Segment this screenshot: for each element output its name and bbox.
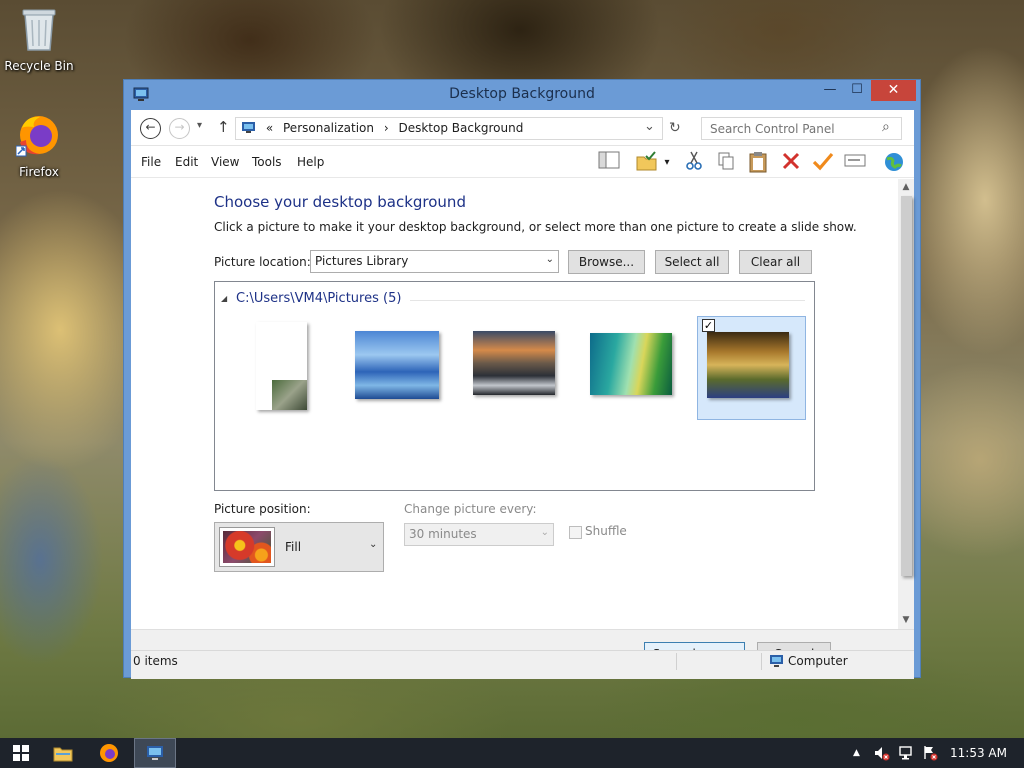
rename-icon[interactable]: [843, 151, 867, 175]
desktop-background-window: Desktop Background — ☐ ✕ ← → ▾ ↑ « Perso…: [123, 79, 921, 679]
address-location-icon: [241, 121, 260, 135]
picture-location-value: Pictures Library: [315, 254, 409, 268]
computer-icon: [768, 654, 784, 671]
cut-icon[interactable]: [682, 151, 706, 175]
search-icon[interactable]: ⌕: [882, 119, 890, 135]
address-bar[interactable]: « Personalization › Desktop Background ⌄: [235, 117, 663, 140]
thumbnail-checkbox[interactable]: ✓: [702, 319, 715, 332]
wallpaper-thumbnail[interactable]: [590, 333, 672, 395]
shuffle-label: Shuffle: [585, 524, 627, 538]
file-explorer-taskbar-icon[interactable]: [42, 738, 84, 768]
breadcrumb-personalization[interactable]: Personalization: [283, 121, 374, 135]
recent-pages-button[interactable]: ▾: [197, 120, 202, 131]
chevron-down-icon: ⌄: [545, 254, 554, 265]
picture-location-select[interactable]: Pictures Library ⌄: [310, 250, 559, 273]
window-client: ← → ▾ ↑ « Personalization › Desktop Back…: [131, 110, 914, 679]
scroll-down-icon[interactable]: ▼: [898, 615, 914, 625]
menu-view[interactable]: View: [211, 155, 239, 169]
breadcrumb-desktop-background[interactable]: Desktop Background: [398, 121, 523, 135]
action-center-icon[interactable]: [922, 745, 938, 764]
desktop-icon-label: Recycle Bin: [4, 59, 74, 73]
firefox-taskbar-icon[interactable]: [88, 738, 130, 768]
picture-position-label: Picture position:: [214, 502, 311, 516]
desktop-icon-firefox[interactable]: Firefox: [1, 112, 77, 179]
status-divider: [676, 653, 677, 670]
desktop-icon-label: Firefox: [19, 165, 59, 179]
picture-location-label: Picture location:: [214, 255, 311, 269]
minimize-button[interactable]: —: [817, 80, 843, 101]
search-input[interactable]: [702, 118, 877, 139]
breadcrumb: « Personalization › Desktop Background: [241, 121, 529, 135]
close-button[interactable]: ✕: [871, 80, 916, 101]
paste-icon[interactable]: [746, 151, 770, 175]
chevron-down-icon: ⌄: [369, 539, 378, 550]
forward-button[interactable]: →: [169, 118, 190, 139]
breadcrumb-prefix[interactable]: «: [266, 121, 273, 135]
picture-position-preview: [219, 527, 275, 567]
menu-edit[interactable]: Edit: [175, 155, 198, 169]
browse-button[interactable]: Browse...: [568, 250, 645, 274]
wallpaper-thumbnail[interactable]: [256, 322, 307, 410]
change-picture-every-value: 30 minutes: [409, 527, 477, 541]
status-item-count: 0 items: [133, 654, 178, 668]
back-button[interactable]: ←: [140, 118, 161, 139]
layout-icon[interactable]: [597, 151, 621, 175]
status-divider: [761, 653, 762, 670]
control-panel-taskbar-icon[interactable]: [134, 738, 176, 768]
up-button[interactable]: ↑: [217, 118, 230, 136]
properties-check-icon[interactable]: [811, 151, 835, 175]
menu-tools[interactable]: Tools: [252, 155, 282, 169]
change-picture-every-select[interactable]: 30 minutes ⌄: [404, 523, 554, 546]
shuffle-checkbox[interactable]: [569, 526, 582, 539]
window-title: Desktop Background: [449, 86, 595, 102]
show-hidden-icons-button[interactable]: ▲: [853, 748, 860, 758]
start-button[interactable]: [0, 738, 42, 768]
taskbar-clock[interactable]: 11:53 AM: [950, 746, 1007, 760]
breadcrumb-separator[interactable]: ›: [384, 121, 389, 135]
vertical-scrollbar[interactable]: ▲ ▼: [898, 179, 914, 629]
pictures-list: ◢ C:\Users\VM4\Pictures (5) ✓: [214, 281, 815, 491]
delete-icon[interactable]: [779, 151, 803, 175]
maximize-button[interactable]: ☐: [844, 80, 870, 101]
wallpaper-thumbnail[interactable]: [355, 331, 439, 399]
page-description: Click a picture to make it your desktop …: [214, 220, 857, 234]
wallpaper-thumbnail[interactable]: [473, 331, 555, 395]
select-all-button[interactable]: Select all: [655, 250, 729, 274]
folder-options-dropdown-icon[interactable]: ▾: [660, 151, 674, 175]
title-bar[interactable]: Desktop Background — ☐ ✕: [124, 80, 920, 110]
refresh-button[interactable]: ↻: [669, 120, 681, 136]
copy-icon[interactable]: [714, 151, 738, 175]
taskbar: ▲ 11:53 AM: [0, 738, 1024, 768]
group-divider: [410, 300, 805, 301]
wallpaper-thumbnail-selected[interactable]: ✓: [697, 316, 806, 420]
collapse-group-icon[interactable]: ◢: [221, 294, 227, 303]
status-location: Computer: [788, 654, 848, 668]
desktop-icon-recycle-bin[interactable]: Recycle Bin: [1, 6, 77, 73]
firefox-icon: [1, 112, 77, 161]
page-title: Choose your desktop background: [214, 193, 466, 211]
recycle-bin-icon: [1, 6, 77, 55]
scrollbar-thumb[interactable]: [901, 196, 912, 576]
picture-position-value: Fill: [285, 540, 302, 554]
network-icon[interactable]: [898, 745, 914, 764]
volume-muted-icon[interactable]: [874, 745, 890, 764]
menu-bar: File Edit View Tools Help ▾: [131, 147, 914, 178]
address-row: ← → ▾ ↑ « Personalization › Desktop Back…: [131, 110, 914, 146]
scroll-up-icon[interactable]: ▲: [898, 182, 914, 192]
search-box[interactable]: ⌕: [701, 117, 902, 140]
menu-help[interactable]: Help: [297, 155, 324, 169]
chevron-down-icon: ⌄: [540, 527, 549, 538]
globe-icon[interactable]: [882, 151, 906, 175]
address-dropdown-button[interactable]: ⌄: [644, 119, 655, 134]
menu-file[interactable]: File: [141, 155, 161, 169]
status-bar: 0 items Computer: [131, 650, 914, 672]
clear-all-button[interactable]: Clear all: [739, 250, 812, 274]
content-area: Choose your desktop background Click a p…: [131, 179, 897, 629]
pictures-group-header[interactable]: C:\Users\VM4\Pictures (5): [236, 291, 401, 306]
change-picture-every-label: Change picture every:: [404, 502, 537, 516]
folder-check-icon[interactable]: [635, 151, 659, 175]
picture-position-select[interactable]: Fill ⌄: [214, 522, 384, 572]
